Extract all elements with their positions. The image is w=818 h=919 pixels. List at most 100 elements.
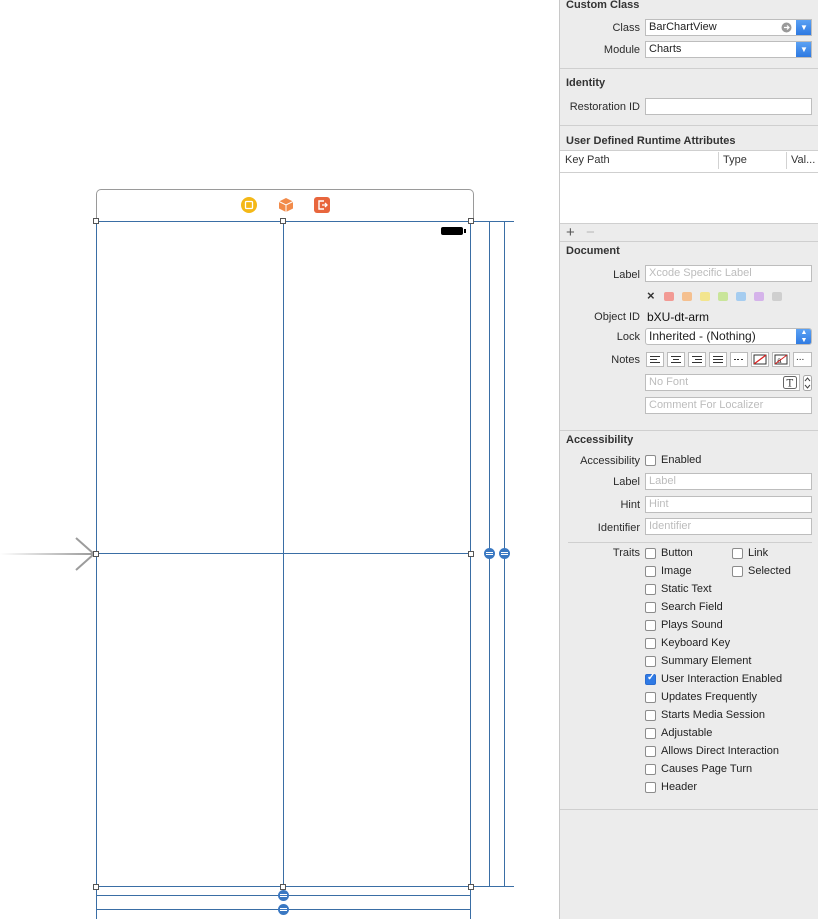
a11y-hint-field[interactable]: Hint <box>645 496 812 513</box>
trait-checkbox-summary-element[interactable] <box>645 656 656 667</box>
trait-checkbox-header[interactable] <box>645 782 656 793</box>
trait-checkbox-link[interactable] <box>732 548 743 559</box>
trait-label-selected[interactable]: Selected <box>748 565 791 577</box>
trait-checkbox-allows-direct-interaction[interactable] <box>645 746 656 757</box>
resize-handle[interactable] <box>93 551 99 557</box>
restoration-id-field[interactable] <box>645 98 812 115</box>
color-label-swatch[interactable] <box>718 292 728 301</box>
first-responder-icon[interactable] <box>277 196 295 214</box>
class-combo[interactable]: BarChartView ▼ <box>645 19 812 36</box>
section-divider <box>560 430 818 431</box>
more-options-icon[interactable]: ... <box>793 352 812 367</box>
color-label-swatch[interactable] <box>772 292 782 301</box>
resize-handle[interactable] <box>280 218 286 224</box>
align-center-icon[interactable] <box>667 352 685 367</box>
trait-label-search-field[interactable]: Search Field <box>661 601 723 613</box>
trait-label-link[interactable]: Link <box>748 547 768 559</box>
trait-label-starts-media-session[interactable]: Starts Media Session <box>661 709 765 721</box>
add-attribute-button[interactable]: + <box>566 224 575 241</box>
trait-checkbox-adjustable[interactable] <box>645 728 656 739</box>
comment-for-localizer-field[interactable]: Comment For Localizer <box>645 397 812 414</box>
up-down-arrows-icon[interactable]: ▲ ▼ <box>796 329 811 344</box>
accessibility-enabled-label[interactable]: Enabled <box>661 454 701 466</box>
trait-label-adjustable[interactable]: Adjustable <box>661 727 712 739</box>
column-divider <box>718 152 719 169</box>
a11y-label-field[interactable]: Label <box>645 473 812 490</box>
trait-checkbox-plays-sound[interactable] <box>645 620 656 631</box>
color-label-swatch[interactable] <box>736 292 746 301</box>
view-controller-icon[interactable] <box>240 196 258 214</box>
storyboard-canvas[interactable] <box>0 0 559 919</box>
font-field[interactable]: No Font T <box>645 374 800 391</box>
column-header-type[interactable]: Type <box>723 154 747 166</box>
trait-checkbox-image[interactable] <box>645 566 656 577</box>
equal-constraint-icon[interactable] <box>278 904 289 915</box>
accessibility-label: Accessibility <box>580 455 640 467</box>
resize-handle[interactable] <box>468 551 474 557</box>
trait-checkbox-selected[interactable] <box>732 566 743 577</box>
font-picker-icon[interactable]: T <box>783 376 797 389</box>
chevron-down-icon[interactable]: ▼ <box>796 20 811 35</box>
comment-placeholder: Comment For Localizer <box>649 399 764 411</box>
document-label-field[interactable]: Xcode Specific Label <box>645 265 812 282</box>
chevron-down-icon[interactable]: ▼ <box>796 42 811 57</box>
a11y-identifier-label: Identifier <box>597 522 640 534</box>
font-size-stepper-icon[interactable] <box>803 375 812 391</box>
trait-label-allows-direct-interaction[interactable]: Allows Direct Interaction <box>661 745 779 757</box>
text-color-icon[interactable] <box>751 352 769 367</box>
trait-label-plays-sound[interactable]: Plays Sound <box>661 619 723 631</box>
trait-label-static-text[interactable]: Static Text <box>661 583 712 595</box>
center-vertical-guide <box>283 221 284 887</box>
equal-constraint-icon[interactable] <box>499 548 510 559</box>
remove-attribute-button[interactable]: − <box>586 224 595 241</box>
align-justify-icon[interactable] <box>709 352 727 367</box>
trait-checkbox-starts-media-session[interactable] <box>645 710 656 721</box>
color-label-swatch[interactable] <box>700 292 710 301</box>
column-header-value[interactable]: Val... <box>791 154 815 166</box>
go-to-class-icon[interactable] <box>781 22 792 33</box>
trait-label-button[interactable]: Button <box>661 547 693 559</box>
trait-checkbox-keyboard-key[interactable] <box>645 638 656 649</box>
color-label-swatch[interactable] <box>664 292 674 301</box>
color-label-swatch[interactable] <box>682 292 692 301</box>
bottom-constraint-line <box>471 886 514 887</box>
align-natural-icon[interactable] <box>730 352 748 367</box>
module-label: Module <box>603 44 640 56</box>
resize-handle[interactable] <box>93 218 99 224</box>
column-header-key-path[interactable]: Key Path <box>565 154 610 166</box>
trait-checkbox-updates-frequently[interactable] <box>645 692 656 703</box>
resize-handle[interactable] <box>468 218 474 224</box>
align-left-icon[interactable] <box>646 352 664 367</box>
module-combo[interactable]: Charts ▼ <box>645 41 812 58</box>
equal-constraint-icon[interactable] <box>278 890 289 901</box>
trait-checkbox-user-interaction-enabled[interactable] <box>645 672 656 685</box>
lock-popup[interactable]: Inherited - (Nothing) ▲ ▼ <box>645 328 812 345</box>
trait-checkbox-button[interactable] <box>645 548 656 559</box>
trait-checkbox-causes-page-turn[interactable] <box>645 764 656 775</box>
clear-color-label-icon[interactable]: × <box>647 288 655 303</box>
accessibility-enabled-checkbox[interactable] <box>645 455 656 466</box>
object-id-label: Object ID <box>594 311 640 323</box>
trait-label-image[interactable]: Image <box>661 565 692 577</box>
trait-label-causes-page-turn[interactable]: Causes Page Turn <box>661 763 752 775</box>
trait-label-user-interaction-enabled[interactable]: User Interaction Enabled <box>661 673 782 685</box>
trait-checkbox-search-field[interactable] <box>645 602 656 613</box>
exit-icon[interactable] <box>313 196 331 214</box>
trait-label-summary-element[interactable]: Summary Element <box>661 655 751 667</box>
a11y-identifier-field[interactable]: Identifier <box>645 518 812 535</box>
equal-constraint-icon[interactable] <box>484 548 495 559</box>
resize-handle[interactable] <box>280 884 286 890</box>
align-right-icon[interactable] <box>688 352 706 367</box>
color-label-swatch[interactable] <box>754 292 764 301</box>
trait-label-keyboard-key[interactable]: Keyboard Key <box>661 637 730 649</box>
trait-checkbox-static-text[interactable] <box>645 584 656 595</box>
background-color-icon[interactable]: a <box>772 352 790 367</box>
battery-icon <box>441 227 466 235</box>
resize-handle[interactable] <box>93 884 99 890</box>
trait-label-header[interactable]: Header <box>661 781 697 793</box>
lock-label: Lock <box>616 331 640 343</box>
document-label-label: Label <box>613 269 640 281</box>
trait-label-updates-frequently[interactable]: Updates Frequently <box>661 691 757 703</box>
resize-handle[interactable] <box>468 884 474 890</box>
traits-label: Traits <box>612 547 640 559</box>
